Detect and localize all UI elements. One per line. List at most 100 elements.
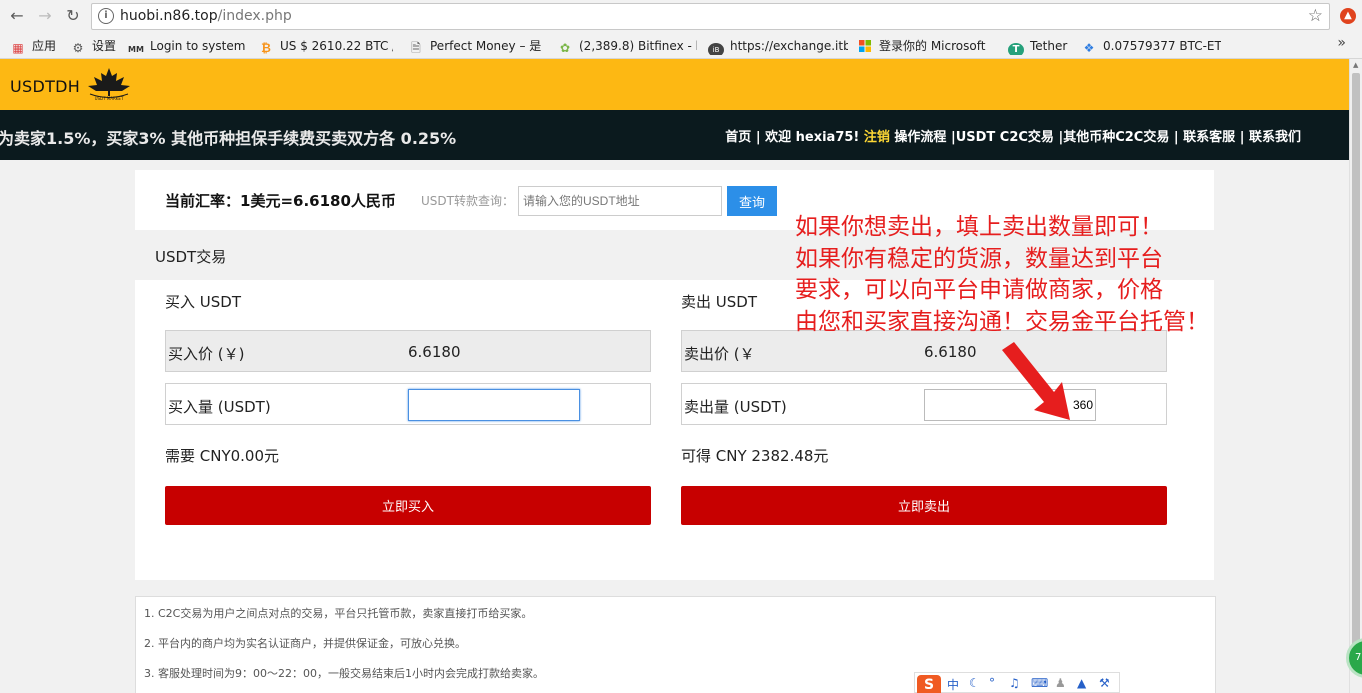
buy-now-button[interactable]: 立即买入: [165, 486, 651, 525]
bitcoin-icon: ₿: [261, 41, 271, 55]
back-arrow-icon[interactable]: ←: [6, 5, 28, 27]
tether-icon: T: [1008, 43, 1024, 55]
sell-qty-label: 卖出量 (USDT): [684, 398, 787, 416]
section-title: USDT交易: [155, 248, 227, 266]
usdt-address-input[interactable]: [518, 186, 722, 216]
skin-icon[interactable]: ▲: [1077, 676, 1086, 690]
bookmark-label: 登录你的 Microsoft: [879, 39, 986, 53]
fee-marquee: 为卖家1.5%，买家3% 其他币种担保手续费买卖双方各 0.25%: [0, 129, 457, 148]
microsoft-icon: [857, 40, 873, 54]
note-item: 3. 客服处理时间为9：00～22：00，一般交易结束后1小时内会完成打款给卖家…: [144, 667, 544, 680]
sell-price-label: 卖出价 (￥: [684, 345, 755, 363]
nav-usdt-c2c-link[interactable]: |USDT C2C交易: [951, 130, 1054, 145]
bookmarks-more-button[interactable]: »: [1337, 35, 1346, 51]
scroll-up-icon[interactable]: ▲: [1353, 61, 1358, 69]
sell-total: 可得 CNY 2382.48元: [681, 447, 829, 465]
gear-icon: ⚙: [72, 41, 84, 55]
ime-language-toggle[interactable]: 中: [947, 676, 959, 693]
moon-icon[interactable]: ☾: [969, 676, 980, 690]
logout-link[interactable]: 注销: [864, 130, 890, 145]
buy-total: 需要 CNY0.00元: [165, 447, 280, 465]
sell-price-value: 6.6180: [924, 343, 977, 361]
punctuation-icon[interactable]: °: [989, 676, 995, 690]
welcome-text: 欢迎 hexia75!: [765, 130, 864, 145]
ime-toolbar[interactable]: S 中 ☾ ° ♫ ⌨ ♟ ▲ ⚒: [914, 672, 1120, 693]
annotation-line: 要求，可以向平台申请做商家，价格: [795, 277, 1163, 303]
diamond-icon: ❖: [1083, 41, 1095, 55]
nav-service-link[interactable]: 联系客服: [1183, 130, 1235, 145]
query-button[interactable]: 查询: [727, 186, 777, 216]
logo-badge-text: USDT MARKET: [95, 96, 124, 101]
page-scrollbar[interactable]: ▲: [1349, 59, 1362, 693]
bookmark-btc-price[interactable]: ₿ US $ 2610.22 BTC /: [258, 37, 393, 55]
query-label: USDT转款查询：: [421, 194, 514, 208]
site-header: USDTDH USDT MARKET: [0, 59, 1349, 110]
info-icon[interactable]: i: [98, 8, 114, 24]
sell-now-button[interactable]: 立即卖出: [681, 486, 1167, 525]
buy-heading: 买入 USDT: [165, 293, 241, 311]
url-host: huobi.n86.top: [120, 8, 218, 24]
browser-chrome: ← → ↻ i huobi.n86.top/index.php ☆ ▲ ▦ 应用 …: [0, 0, 1362, 59]
buy-price-value: 6.6180: [408, 343, 461, 361]
nav-home-link[interactable]: 首页: [725, 130, 751, 145]
bookmark-tether[interactable]: T Tether: [1008, 37, 1078, 55]
nav-other-c2c-link[interactable]: |其他币种C2C交易: [1054, 130, 1169, 145]
forward-arrow-icon[interactable]: →: [34, 5, 56, 27]
note-item: 2. 平台内的商户均为实名认证商户，并提供保证金，可放心兑换。: [144, 637, 466, 650]
page-icon: 🗎: [411, 41, 421, 55]
note-item: 1. C2C交易为用户之间点对点的交易，平台只托管币款，卖家直接打币给买家。: [144, 607, 533, 620]
buy-price-row: 买入价 (￥) 6.6180: [165, 330, 651, 372]
nav-separator: |: [1169, 130, 1184, 145]
buy-price-label: 买入价 (￥): [168, 345, 245, 363]
annotation-text: 如果你想卖出，填上卖出数量即可！ 如果你有稳定的货源，数量达到平台 要求，可以向…: [795, 212, 1209, 338]
nav-links: 首页 | 欢迎 hexia75! 注销 操作流程 |USDT C2C交易 |其他…: [725, 126, 1301, 145]
bookmark-label: (2,389.8) Bitfinex - b: [579, 39, 697, 53]
bookmark-exchange[interactable]: iB https://exchange.itb: [708, 37, 848, 55]
bookmark-label: 设置: [92, 39, 117, 53]
maple-leaf-logo-icon: USDT MARKET: [88, 68, 130, 101]
sogou-logo-icon[interactable]: S: [917, 675, 941, 693]
nav-contact-link[interactable]: 联系我们: [1249, 130, 1301, 145]
buy-qty-input[interactable]: [408, 389, 580, 421]
bookmark-label: US $ 2610.22 BTC /: [280, 39, 393, 53]
keyboard-icon[interactable]: ⌨: [1031, 676, 1048, 690]
address-bar[interactable]: i huobi.n86.top/index.php ☆: [91, 3, 1330, 30]
buy-qty-row: 买入量 (USDT): [165, 383, 651, 425]
url-path: /index.php: [217, 8, 292, 24]
bookmark-star-icon[interactable]: ☆: [1308, 6, 1323, 26]
bookmark-apps[interactable]: ▦ 应用: [10, 37, 60, 55]
bookmark-settings[interactable]: ⚙ 设置: [70, 37, 122, 55]
annotation-line: 如果你想卖出，填上卖出数量即可！: [795, 214, 1163, 240]
wrench-icon[interactable]: ⚒: [1099, 676, 1110, 690]
bookmark-perfect-money[interactable]: 🗎 Perfect Money – 是: [408, 37, 548, 55]
url-text[interactable]: huobi.n86.top/index.php: [120, 8, 292, 24]
scrollbar-thumb[interactable]: [1352, 73, 1360, 673]
bookmark-bitfinex[interactable]: ✿ (2,389.8) Bitfinex - b: [557, 37, 697, 55]
bitfinex-leaf-icon: ✿: [559, 41, 571, 55]
microphone-icon[interactable]: ♫: [1009, 676, 1020, 690]
bookmark-label: Login to system: [150, 39, 246, 53]
top-navbar: 为卖家1.5%，买家3% 其他币种担保手续费买卖双方各 0.25% 首页 | 欢…: [0, 110, 1349, 160]
bookmark-label: Perfect Money – 是: [430, 39, 542, 53]
annotation-arrow-icon: [1002, 342, 1070, 420]
bookmark-label: 0.07579377 BTC-ET: [1103, 39, 1221, 53]
ib-icon: iB: [708, 43, 724, 55]
bookmark-label: Tether: [1030, 39, 1068, 53]
extension-icon[interactable]: ▲: [1340, 8, 1356, 24]
sell-heading: 卖出 USDT: [681, 293, 757, 311]
nav-separator: |: [1235, 130, 1249, 145]
bookmarks-bar: ▦ 应用 ⚙ 设置 MM Login to system ₿ US $ 2610.22 …: [0, 34, 1362, 58]
bookmark-microsoft[interactable]: 登录你的 Microsoft: [857, 37, 995, 55]
bookmark-btc-eth[interactable]: ❖ 0.07579377 BTC-ET: [1081, 37, 1221, 55]
bookmark-label: https://exchange.itb: [730, 39, 848, 53]
site-logo-text[interactable]: USDTDH: [10, 77, 80, 96]
apps-grid-icon: ▦: [12, 41, 24, 55]
bookmark-label: 应用: [32, 39, 57, 53]
user-icon[interactable]: ♟: [1055, 676, 1066, 690]
nav-separator: |: [751, 130, 766, 145]
mm-logo-icon: MM: [128, 45, 144, 54]
bookmark-login[interactable]: MM Login to system: [128, 37, 248, 55]
reload-icon[interactable]: ↻: [62, 5, 84, 27]
nav-process-link[interactable]: 操作流程: [890, 130, 951, 145]
buy-qty-label: 买入量 (USDT): [168, 398, 271, 416]
